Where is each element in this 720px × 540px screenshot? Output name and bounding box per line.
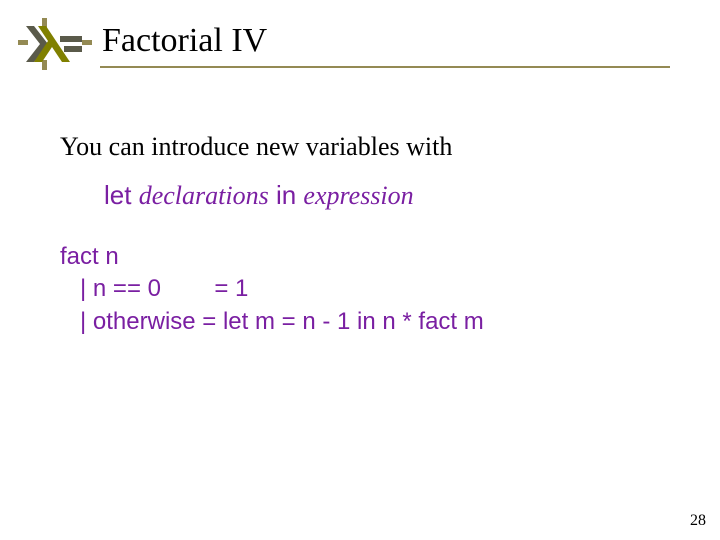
code-line: | n == 0 = 1 bbox=[60, 275, 248, 302]
placeholder-expression: expression bbox=[303, 181, 413, 210]
code-block: fact n | n == 0 = 1 | otherwise = let m … bbox=[60, 241, 680, 338]
let-syntax-line: let declarations in expression bbox=[104, 180, 680, 211]
placeholder-declarations: declarations bbox=[139, 181, 269, 210]
keyword-in: in bbox=[276, 180, 296, 210]
slide-body: You can introduce new variables with let… bbox=[60, 132, 680, 338]
code-line: fact n bbox=[60, 243, 119, 270]
page-number: 28 bbox=[690, 512, 706, 530]
slide-title: Factorial IV bbox=[102, 22, 267, 60]
haskell-logo-icon bbox=[18, 18, 92, 70]
intro-text: You can introduce new variables with bbox=[60, 132, 680, 162]
title-underline bbox=[100, 66, 670, 68]
keyword-let: let bbox=[104, 180, 131, 210]
code-line: | otherwise = let m = n - 1 in n * fact … bbox=[60, 308, 484, 335]
slide: Factorial IV You can introduce new varia… bbox=[0, 0, 720, 540]
